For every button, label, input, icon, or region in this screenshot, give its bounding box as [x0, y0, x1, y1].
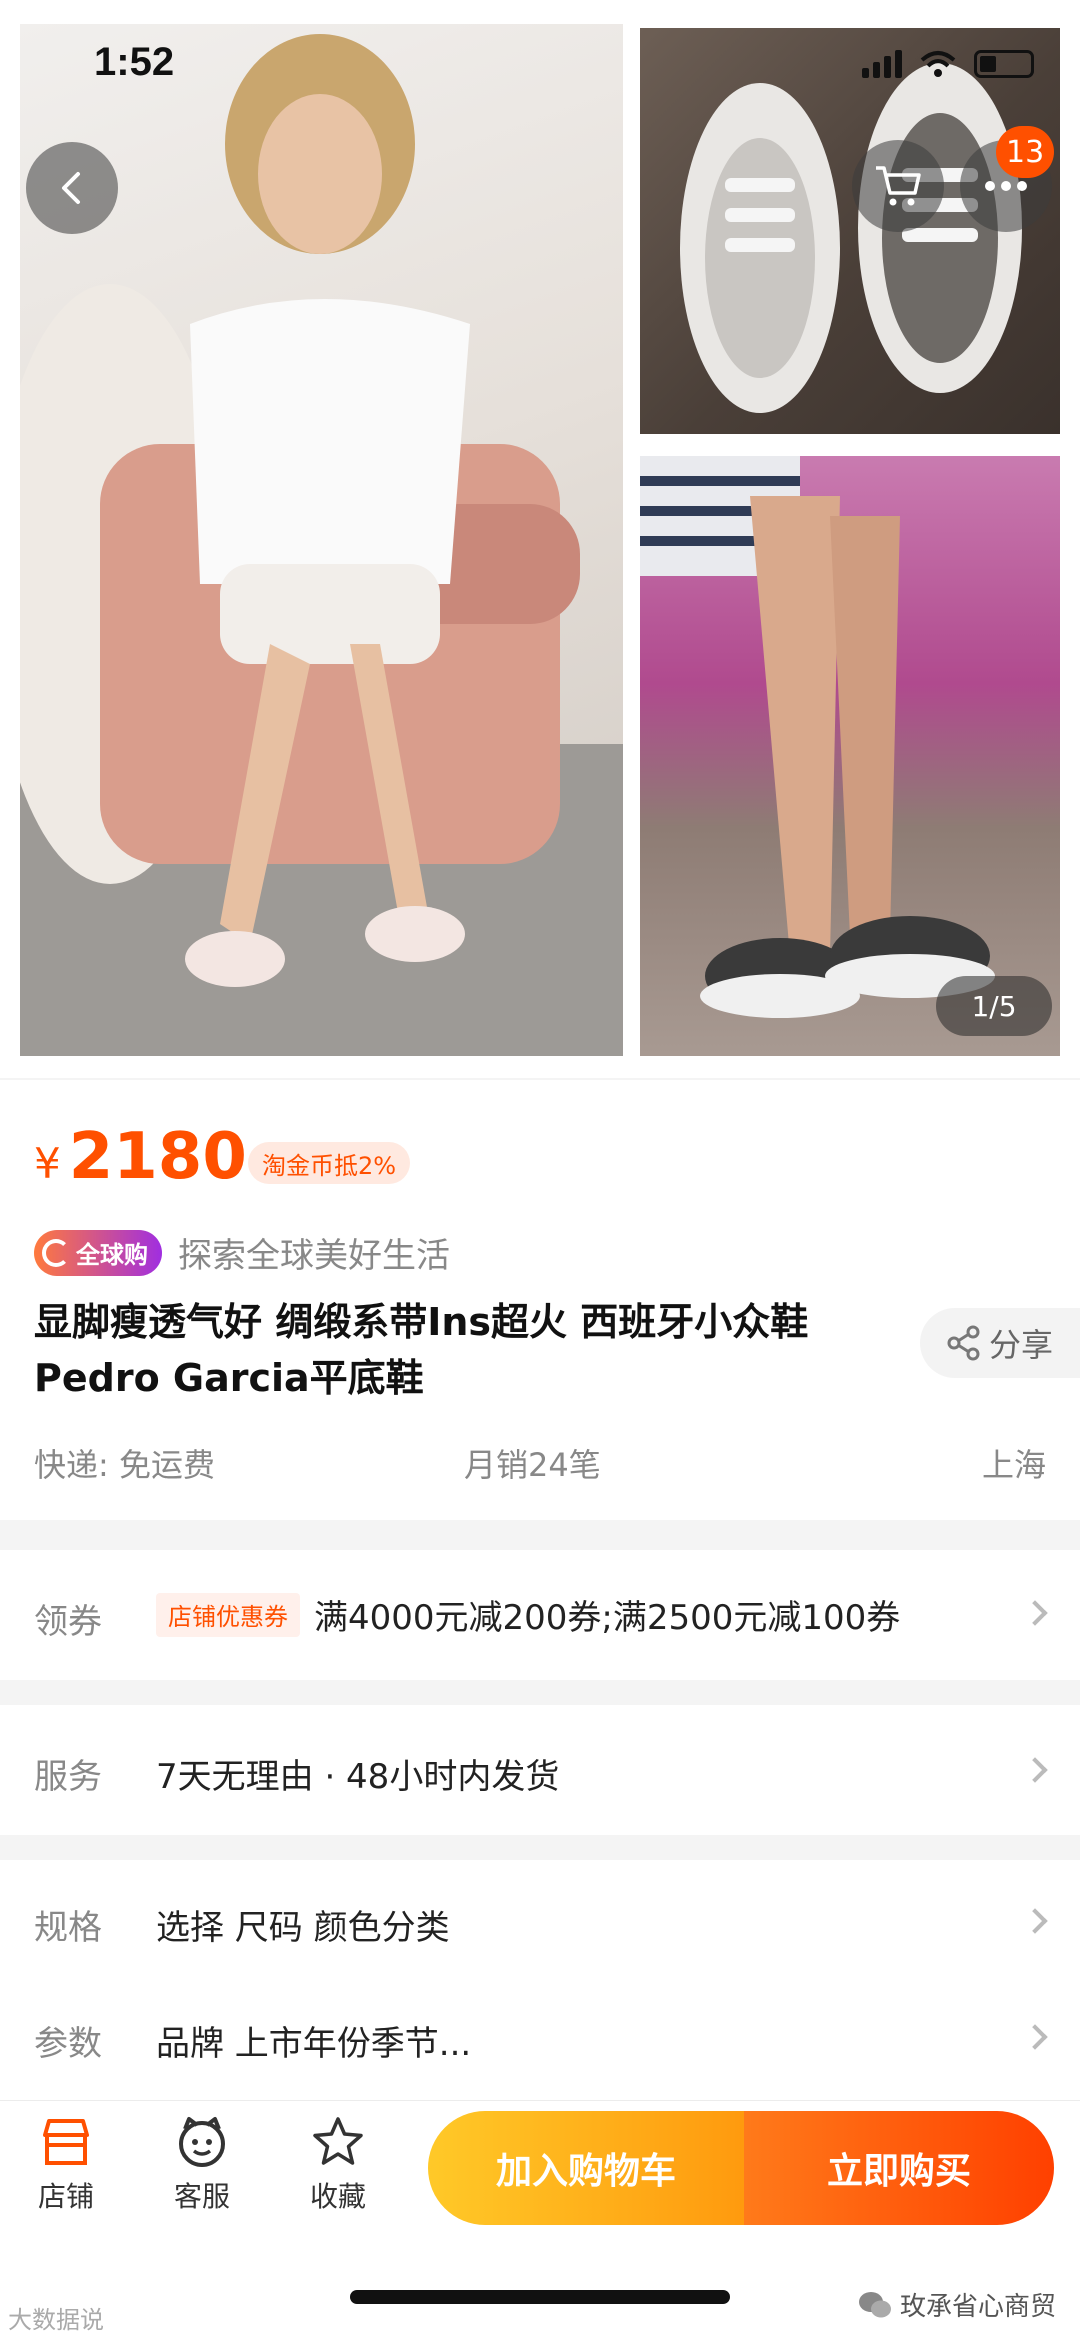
signal-icon: [862, 50, 902, 78]
store-coupon-tag: 店铺优惠券: [156, 1592, 300, 1637]
gallery-page-indicator: 1/5: [936, 976, 1052, 1036]
battery-icon: [974, 50, 1034, 78]
service-value: 7天无理由 · 48小时内发货: [156, 1757, 560, 1797]
customer-service-tab[interactable]: 客服: [142, 2115, 262, 2215]
customer-service-icon: [179, 2117, 225, 2167]
coupon-label: 领券: [34, 1602, 102, 1642]
coupon-row[interactable]: 领券 店铺优惠券 满4000元减200券;满2500元减100券: [0, 1550, 1080, 1680]
cart-button[interactable]: [852, 140, 944, 232]
watermark-left: 大数据说: [8, 2306, 104, 2334]
chevron-left-icon: [62, 172, 80, 204]
more-dots-icon: [985, 181, 1027, 191]
chevron-right-icon: [1022, 1908, 1048, 1934]
ship-location: 上海: [981, 1446, 1046, 1484]
share-button[interactable]: 分享: [920, 1308, 1080, 1378]
product-info-card: ¥ 2180 淘金币抵2% 全球购 探索全球美好生活 显脚瘦透气好 绸缎系带In…: [0, 1080, 1080, 1520]
home-indicator[interactable]: [350, 2290, 730, 2304]
params-row[interactable]: 参数 品牌 上市年份季节...: [0, 1980, 1080, 2100]
photo-worn-illustration: [640, 456, 995, 1018]
store-icon: [43, 2119, 89, 2165]
global-logo-icon: [42, 1238, 70, 1267]
spec-label: 规格: [34, 1908, 102, 1948]
back-button[interactable]: [26, 142, 118, 234]
global-slogan: 探索全球美好生活: [178, 1236, 450, 1276]
params-value: 品牌 上市年份季节...: [156, 2024, 472, 2064]
coupon-value: 满4000元减200券;满2500元减100券: [314, 1598, 901, 1638]
chevron-right-icon: [1022, 1757, 1048, 1783]
spec-params-card: 规格 选择 尺码 颜色分类 参数 品牌 上市年份季节...: [0, 1860, 1080, 2100]
global-badge-label: 全球购: [76, 1241, 148, 1269]
chevron-right-icon: [1022, 2024, 1048, 2050]
coupon-value-group: 店铺优惠券 满4000元减200券;满2500元减100券: [156, 1590, 900, 1639]
share-icon: [947, 1325, 980, 1361]
shopping-cart-icon: [876, 166, 921, 206]
service-row[interactable]: 服务 7天无理由 · 48小时内发货: [0, 1705, 1080, 1835]
favorite-tab[interactable]: 收藏: [278, 2115, 398, 2215]
status-icons: [862, 50, 1034, 78]
shop-label: 店铺: [37, 2180, 94, 2213]
coin-discount-tag: 淘金币抵2%: [248, 1142, 411, 1184]
global-buy-row[interactable]: 全球购 探索全球美好生活: [34, 1228, 450, 1277]
status-time: 1:52: [94, 40, 175, 84]
wechat-icon: [858, 2291, 891, 2317]
watermark-right: 玫承省心商贸: [858, 2286, 1056, 2323]
currency-symbol: ¥: [34, 1139, 61, 1188]
cart-count-badge: 13: [996, 126, 1055, 178]
product-gallery[interactable]: 1:52 13 1/5: [0, 0, 1080, 1078]
spec-value: 选择 尺码 颜色分类: [156, 1908, 450, 1948]
product-price: 2180: [68, 1120, 247, 1194]
share-label: 分享: [988, 1326, 1053, 1364]
shipping-fee: 快递: 免运费: [34, 1446, 215, 1484]
product-photo-worn[interactable]: [640, 456, 1060, 1056]
monthly-sales: 月销24笔: [464, 1446, 601, 1484]
buy-now-button[interactable]: 立即购买: [744, 2111, 1054, 2225]
chevron-right-icon: [1022, 1600, 1048, 1626]
global-buy-badge: 全球购: [34, 1229, 162, 1276]
wifi-icon: [920, 51, 956, 77]
service-label: 服务: [34, 1757, 102, 1797]
watermark-right-label: 玫承省心商贸: [899, 2292, 1056, 2322]
favorite-label: 收藏: [309, 2180, 366, 2213]
add-to-cart-button[interactable]: 加入购物车: [428, 2111, 744, 2225]
product-title: 显脚瘦透气好 绸缎系带Ins超火 西班牙小众鞋 Pedro Garcia平底鞋: [34, 1300, 809, 1400]
customer-service-label: 客服: [173, 2180, 230, 2213]
spec-row[interactable]: 规格 选择 尺码 颜色分类: [0, 1860, 1080, 1980]
star-icon: [313, 2117, 363, 2165]
params-label: 参数: [34, 2024, 102, 2064]
price-row: ¥ 2180: [34, 1120, 247, 1194]
shop-tab[interactable]: 店铺: [6, 2115, 126, 2215]
